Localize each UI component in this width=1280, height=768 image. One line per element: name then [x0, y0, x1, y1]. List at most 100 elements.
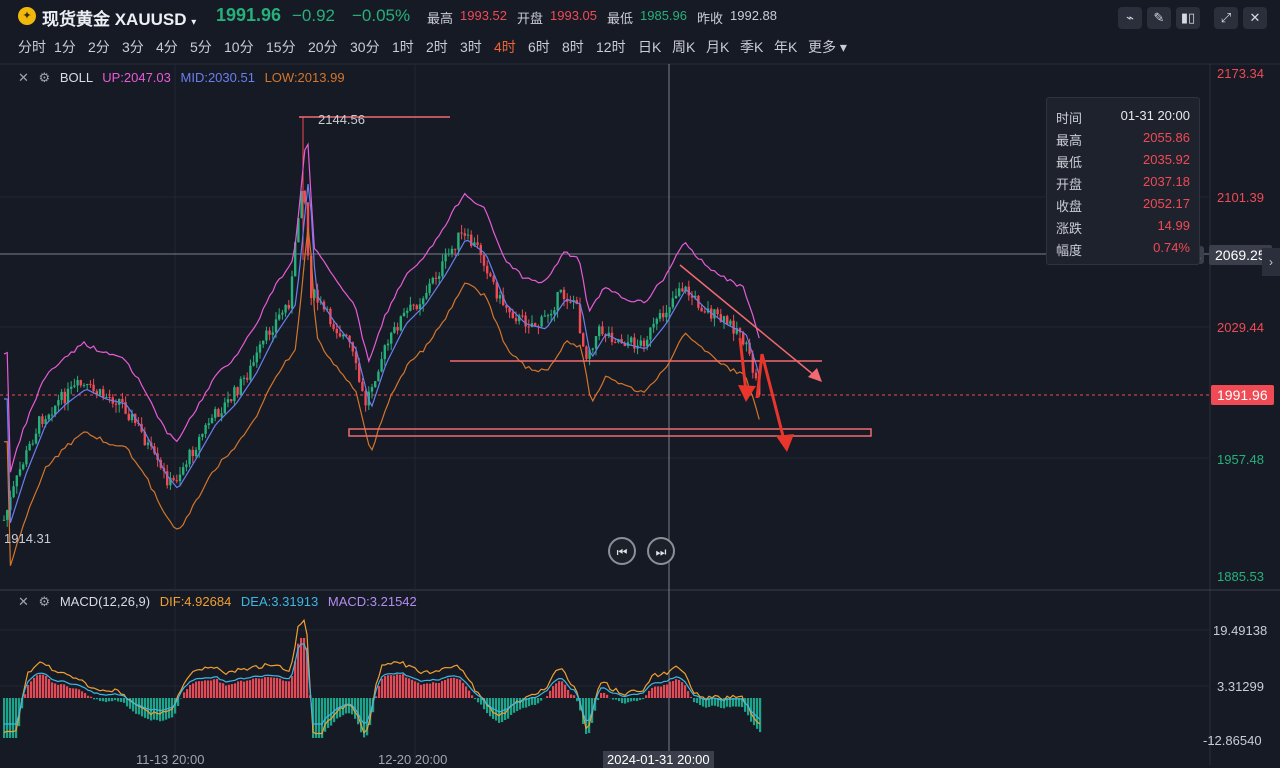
macd-bar: [264, 677, 266, 698]
candle-body: [451, 249, 453, 254]
macd-bar: [15, 698, 17, 738]
macd-bar: [93, 698, 95, 699]
macd-bar: [468, 691, 470, 698]
candle-body: [192, 450, 194, 456]
macd-bar: [81, 691, 83, 698]
candle-body: [105, 397, 107, 398]
macd-bar: [288, 681, 290, 698]
candle-body: [652, 324, 654, 328]
macd-bar: [96, 698, 98, 699]
candle-body: [172, 478, 174, 480]
macd-bar: [120, 698, 122, 702]
candle-body: [592, 348, 594, 349]
macd-bar: [33, 678, 35, 698]
hide-macd-icon[interactable]: ✕: [18, 594, 29, 609]
candle-body: [483, 255, 485, 266]
macd-bar: [393, 676, 395, 698]
macd-bar: [414, 681, 416, 698]
candle-body: [649, 328, 651, 340]
candle-body: [492, 276, 494, 282]
current-price-tag: 1991.96: [1211, 385, 1274, 405]
candle-body: [211, 418, 213, 423]
macd-bar: [282, 680, 284, 698]
macd-bar: [255, 678, 257, 698]
macd-settings-icon[interactable]: ⚙: [39, 594, 51, 609]
macd-bar: [396, 674, 398, 698]
candle-body: [668, 307, 670, 312]
macd-bar: [27, 685, 29, 698]
macd-bar: [63, 684, 65, 698]
candle-body: [755, 373, 757, 379]
macd-bar: [642, 698, 644, 699]
candle-body: [640, 340, 642, 345]
macd-bar: [690, 697, 692, 698]
macd-axis-3: -12.86540: [1203, 733, 1280, 748]
macd-bar: [231, 684, 233, 698]
macd-bar: [570, 694, 572, 698]
macd-bar: [573, 695, 575, 698]
indicator-settings-icon[interactable]: ⚙: [39, 70, 51, 85]
macd-bar: [225, 685, 227, 698]
down-arrow-1[interactable]: [740, 338, 746, 392]
macd-axis-1: 19.49138: [1213, 623, 1280, 638]
prev-bar-button[interactable]: ⏮: [608, 537, 636, 565]
candle-body: [387, 344, 389, 346]
macd-bar: [672, 681, 674, 698]
expand-right-icon[interactable]: ›: [1262, 248, 1280, 276]
macd-bar: [51, 682, 53, 698]
candle-body: [272, 332, 274, 334]
candle-body: [220, 413, 222, 417]
macd-bar: [48, 679, 50, 698]
info-low-value: 2035.92: [1143, 152, 1190, 167]
candle-body: [428, 283, 430, 292]
candle-body: [595, 336, 597, 348]
candle-body: [176, 480, 178, 481]
down-arrow-2[interactable]: [762, 354, 784, 440]
macd-bar: [444, 680, 446, 698]
macd-bar: [249, 680, 251, 698]
macd-bar: [399, 675, 401, 698]
info-change-label: 涨跌: [1056, 218, 1082, 237]
candle-body: [243, 378, 245, 379]
candle-body: [374, 381, 376, 387]
axis-label-1: 2173.34: [1217, 66, 1280, 81]
macd-bar: [711, 698, 713, 706]
candle-body: [745, 343, 747, 345]
macd-bar: [687, 691, 689, 698]
candle-body: [336, 329, 338, 333]
macd-bar: [285, 681, 287, 698]
candle-body: [83, 385, 85, 386]
macd-bar: [330, 698, 332, 726]
candle-body: [92, 385, 94, 391]
candle-body: [32, 443, 34, 444]
info-change-value: 14.99: [1157, 218, 1190, 233]
boll-name: BOLL: [60, 70, 93, 85]
axis-label-2: 2101.39: [1217, 190, 1280, 205]
candle-body: [278, 315, 280, 320]
macd-bar: [681, 682, 683, 698]
time-cursor-label: 2024-01-31 20:00: [603, 751, 714, 768]
macd-bar: [135, 698, 137, 714]
macd-bar: [447, 678, 449, 698]
macd-bar: [624, 698, 626, 704]
macd-bar: [603, 693, 605, 698]
candle-body: [51, 415, 53, 416]
axis-label-4: 1957.48: [1217, 452, 1280, 467]
candle-body: [249, 366, 251, 380]
candle-body: [195, 450, 197, 456]
candle-body: [665, 313, 667, 318]
macd-bar: [210, 680, 212, 698]
candle-body: [35, 434, 37, 444]
candle-body: [630, 337, 632, 342]
macd-bar: [69, 688, 71, 698]
user-drawings[interactable]: [299, 117, 871, 452]
hide-indicator-icon[interactable]: ✕: [18, 70, 29, 85]
macd-bar: [261, 679, 263, 698]
macd-bar: [213, 679, 215, 698]
macd-bar: [645, 695, 647, 698]
next-bar-button[interactable]: ⏭: [647, 537, 675, 565]
candle-body: [646, 340, 648, 347]
candle-body: [467, 235, 469, 236]
low-point-label: 1914.31: [4, 531, 51, 546]
trend-line[interactable]: [680, 265, 815, 376]
